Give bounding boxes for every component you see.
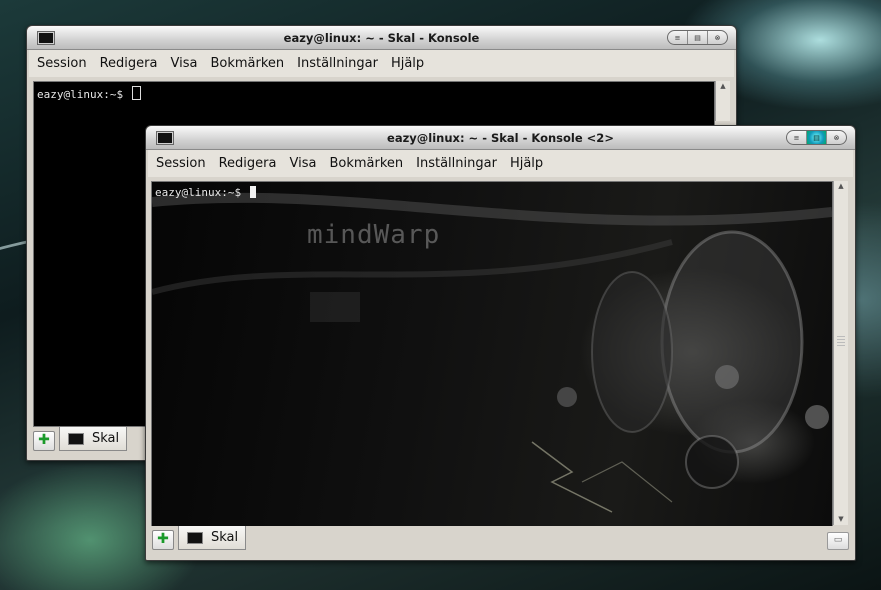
menu-installningar[interactable]: Inställningar [297, 56, 378, 71]
menu-visa[interactable]: Visa [170, 56, 197, 71]
menu-button[interactable]: ≡ [668, 31, 688, 44]
tab-label: Skal [92, 431, 120, 446]
text-cursor [249, 186, 256, 198]
window-title: eazy@linux: ~ - Skal - Konsole <2> [387, 131, 614, 145]
maximize-button[interactable]: ▤ [807, 131, 827, 144]
scrollbar[interactable]: ▲ [715, 81, 730, 121]
prompt-line: eazy@linux:~$ [37, 86, 141, 101]
menu-bar: Session Redigera Visa Bokmärken Inställn… [148, 150, 853, 177]
scroll-up-arrow-icon[interactable]: ▲ [834, 181, 848, 192]
menu-session[interactable]: Session [156, 156, 206, 171]
close-tab-icon[interactable]: ▭ [827, 532, 849, 550]
scroll-down-arrow-icon[interactable]: ▼ [834, 514, 848, 525]
new-tab-icon[interactable]: ✚ [33, 431, 55, 451]
close-button[interactable]: ⊗ [708, 31, 727, 44]
window-buttons: ≡ ▤ ⊗ [667, 30, 728, 45]
menu-bar: Session Redigera Visa Bokmärken Inställn… [29, 50, 734, 77]
tab-label: Skal [211, 530, 239, 545]
title-bar[interactable]: eazy@linux: ~ - Skal - Konsole ≡ ▤ ⊗ [27, 26, 736, 50]
close-button[interactable]: ⊗ [827, 131, 846, 144]
menu-redigera[interactable]: Redigera [100, 56, 158, 71]
wallpaper-art [152, 192, 832, 513]
title-bar[interactable]: eazy@linux: ~ - Skal - Konsole <2> ≡ ▤ ⊗ [146, 126, 855, 150]
window-title: eazy@linux: ~ - Skal - Konsole [283, 31, 480, 45]
maximize-button[interactable]: ▤ [688, 31, 708, 44]
scroll-up-arrow-icon[interactable]: ▲ [716, 81, 730, 92]
prompt-line: eazy@linux:~$ [155, 186, 256, 199]
menu-bokmarken[interactable]: Bokmärken [329, 156, 403, 171]
tab-skal[interactable]: Skal [59, 427, 127, 451]
text-cursor [131, 86, 141, 100]
prompt-text: eazy@linux:~$ [37, 88, 130, 101]
tab-skal[interactable]: Skal [178, 526, 246, 550]
prompt-text: eazy@linux:~$ [155, 186, 248, 199]
new-tab-icon[interactable]: ✚ [152, 530, 174, 550]
menu-redigera[interactable]: Redigera [219, 156, 277, 171]
menu-session[interactable]: Session [37, 56, 87, 71]
menu-visa[interactable]: Visa [289, 156, 316, 171]
menu-button[interactable]: ≡ [787, 131, 807, 144]
scroll-grip-icon[interactable] [837, 336, 845, 346]
menu-installningar[interactable]: Inställningar [416, 156, 497, 171]
menu-hjalp[interactable]: Hjälp [510, 156, 543, 171]
wallpaper-logo: mindWarp [307, 220, 441, 250]
window-buttons: ≡ ▤ ⊗ [786, 130, 847, 145]
terminal-area[interactable]: mindWarp eazy@linux:~$ [151, 181, 833, 527]
scrollbar[interactable]: ▲ ▼ [833, 181, 848, 525]
konsole-window-front[interactable]: eazy@linux: ~ - Skal - Konsole <2> ≡ ▤ ⊗… [145, 125, 856, 561]
tab-bar: ✚ Skal ▭ [148, 526, 853, 556]
terminal-icon [68, 432, 84, 445]
menu-bokmarken[interactable]: Bokmärken [210, 56, 284, 71]
menu-hjalp[interactable]: Hjälp [391, 56, 424, 71]
terminal-icon [187, 531, 203, 544]
